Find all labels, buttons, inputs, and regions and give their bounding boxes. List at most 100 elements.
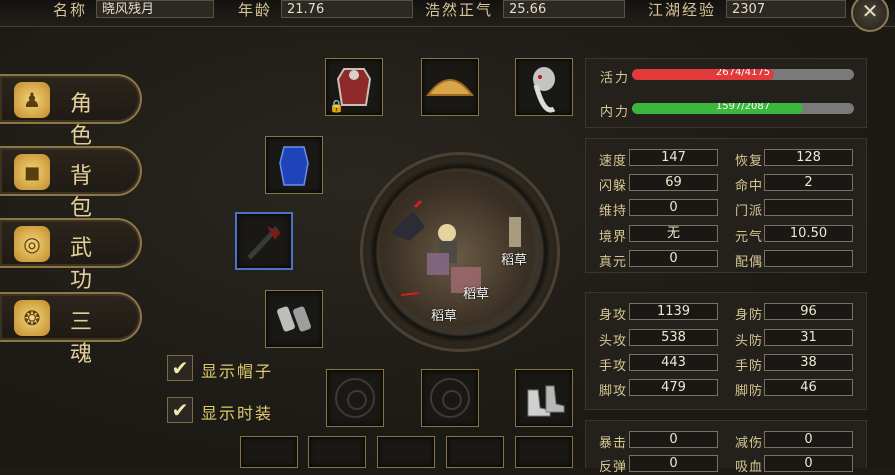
inner-power-value: 1597/2087 bbox=[715, 103, 771, 112]
npc-name-1: 稻草 bbox=[501, 253, 528, 268]
soul-icon: ❂ bbox=[14, 300, 50, 336]
dodge-value: 69 bbox=[629, 174, 718, 191]
recover-label: 恢复 bbox=[735, 154, 764, 169]
spouse-value bbox=[764, 250, 853, 267]
armor-slot[interactable]: 🔒 bbox=[325, 58, 383, 116]
lock-icon: 🔒 bbox=[329, 99, 344, 113]
clothing-slot[interactable] bbox=[265, 136, 323, 194]
hand-attack-value: 443 bbox=[629, 354, 718, 371]
yuanqi-label: 元气 bbox=[735, 230, 764, 245]
damage-reduce-value: 0 bbox=[764, 431, 853, 448]
foot-attack-value: 479 bbox=[629, 379, 718, 396]
menu-souls-button[interactable]: ❂ 三魂 bbox=[0, 292, 142, 367]
crit-label: 暴击 bbox=[599, 436, 628, 451]
crit-value: 0 bbox=[629, 431, 718, 448]
body-defense-label: 身防 bbox=[735, 308, 764, 323]
weapon-icon bbox=[247, 226, 281, 260]
empty-slot-icon bbox=[335, 378, 375, 418]
inner-power-label: 内力 bbox=[600, 105, 631, 120]
weapon-slot[interactable] bbox=[235, 212, 293, 270]
damage-reduce-label: 减伤 bbox=[735, 436, 764, 451]
empty-slot-3[interactable] bbox=[240, 436, 298, 468]
spouse-label: 配偶 bbox=[735, 255, 764, 270]
vigor-value: 2674/4175 bbox=[715, 69, 771, 78]
name-field: 晓风残月 bbox=[96, 0, 214, 18]
realm-label: 境界 bbox=[599, 230, 628, 245]
age-field: 21.76 bbox=[281, 0, 413, 18]
body-attack-value: 1139 bbox=[629, 303, 718, 320]
close-icon: ✕ bbox=[861, 0, 879, 23]
bracer-slot[interactable] bbox=[265, 290, 323, 348]
menu-bag-label: 背包 bbox=[70, 164, 107, 221]
lifesteal-value: 0 bbox=[764, 455, 853, 472]
righteous-label: 浩然正气 bbox=[425, 1, 494, 19]
empty-slot-7[interactable] bbox=[515, 436, 573, 468]
hat-slot[interactable] bbox=[421, 58, 479, 116]
hand-defense-label: 手防 bbox=[735, 359, 764, 374]
inner-power-bar: 1597/2087 bbox=[632, 103, 854, 114]
menu-souls-label: 三魂 bbox=[70, 310, 107, 367]
blue-robe-icon bbox=[279, 146, 309, 186]
mask-icon bbox=[533, 67, 556, 113]
hit-value: 2 bbox=[764, 174, 853, 191]
vigor-label: 活力 bbox=[600, 71, 631, 86]
show-hat-checkbox[interactable]: ✔ bbox=[167, 355, 193, 381]
speed-label: 速度 bbox=[599, 154, 628, 169]
foot-attack-label: 脚攻 bbox=[599, 384, 628, 399]
yuanqi-value: 10.50 bbox=[764, 225, 853, 242]
hand-attack-label: 手攻 bbox=[599, 359, 628, 374]
empty-slot-6[interactable] bbox=[446, 436, 504, 468]
head-defense-label: 头防 bbox=[735, 334, 764, 349]
foot-defense-label: 脚防 bbox=[735, 384, 764, 399]
menu-martial-arts-label: 武功 bbox=[70, 236, 107, 293]
lifesteal-label: 吸血 bbox=[735, 460, 764, 475]
straw-hat-icon bbox=[426, 79, 474, 96]
bag-icon: ◼ bbox=[14, 154, 50, 190]
zhenyuan-value: 0 bbox=[629, 250, 718, 267]
menu-character-button[interactable]: ♟ 角色 bbox=[0, 74, 142, 149]
sect-value bbox=[764, 199, 853, 216]
head-attack-value: 538 bbox=[629, 329, 718, 346]
npc-name-3: 稻草 bbox=[463, 287, 490, 302]
body-attack-label: 身攻 bbox=[599, 308, 628, 323]
scroll-icon: ◎ bbox=[14, 226, 50, 262]
boots-slot[interactable] bbox=[515, 369, 573, 427]
hand-defense-value: 38 bbox=[764, 354, 853, 371]
empty-slot-4[interactable] bbox=[308, 436, 366, 468]
head-defense-value: 31 bbox=[764, 329, 853, 346]
maintain-value: 0 bbox=[629, 199, 718, 216]
name-label: 名称 bbox=[53, 1, 88, 19]
sect-label: 门派 bbox=[735, 204, 764, 219]
hit-label: 命中 bbox=[735, 179, 764, 194]
show-fashion-label: 显示时装 bbox=[201, 404, 274, 423]
empty-slot-5[interactable] bbox=[377, 436, 435, 468]
dodge-label: 闪躲 bbox=[599, 179, 628, 194]
empty-slot-icon bbox=[430, 378, 470, 418]
foot-defense-value: 46 bbox=[764, 379, 853, 396]
empty-slot-1[interactable] bbox=[326, 369, 384, 427]
exp-label: 江湖经验 bbox=[648, 1, 717, 19]
recover-value: 128 bbox=[764, 149, 853, 166]
righteous-field: 25.66 bbox=[503, 0, 625, 18]
mask-slot[interactable] bbox=[515, 58, 573, 116]
character-icon: ♟ bbox=[14, 82, 50, 118]
reflect-label: 反弹 bbox=[599, 460, 628, 475]
speed-value: 147 bbox=[629, 149, 718, 166]
show-fashion-checkbox[interactable]: ✔ bbox=[167, 397, 193, 423]
zhenyuan-label: 真元 bbox=[599, 255, 628, 270]
vigor-bar: 2674/4175 bbox=[632, 69, 854, 80]
reflect-value: 0 bbox=[629, 455, 718, 472]
empty-slot-2[interactable] bbox=[421, 369, 479, 427]
character-info-bar: 名称 晓风残月 年龄 21.76 浩然正气 25.66 江湖经验 2307 bbox=[0, 0, 895, 27]
maintain-label: 维持 bbox=[599, 204, 628, 219]
npc-name-2: 稻草 bbox=[431, 309, 458, 324]
realm-value: 无 bbox=[629, 225, 718, 242]
head-attack-label: 头攻 bbox=[599, 334, 628, 349]
exp-field: 2307 bbox=[726, 0, 846, 18]
body-defense-value: 96 bbox=[764, 303, 853, 320]
menu-bag-button[interactable]: ◼ 背包 bbox=[0, 146, 142, 221]
age-label: 年龄 bbox=[238, 1, 273, 19]
character-preview[interactable]: 稻草 稻草 稻草 bbox=[379, 171, 535, 327]
menu-martial-arts-button[interactable]: ◎ 武功 bbox=[0, 218, 142, 293]
bracer-icon bbox=[277, 306, 311, 332]
